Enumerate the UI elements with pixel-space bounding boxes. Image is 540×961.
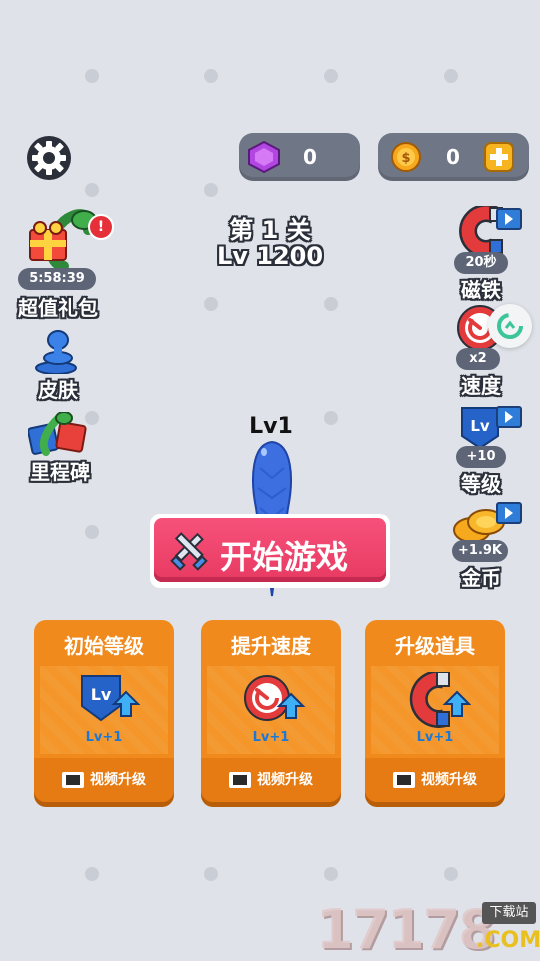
coin-icon: $	[391, 142, 421, 172]
floating-assist-icon[interactable]	[488, 304, 532, 348]
coin-label: 金币	[461, 566, 501, 590]
skins-label: 皮肤	[38, 378, 78, 402]
video-upgrade-button[interactable]: 视频升级	[365, 758, 505, 802]
crossed-swords-icon	[170, 532, 208, 571]
video-film-icon	[62, 772, 84, 788]
video-upgrade-label: 视频升级	[421, 772, 477, 788]
speed-label: 速度	[461, 374, 501, 398]
coin-count: 0	[446, 145, 460, 169]
video-upgrade-button[interactable]: 视频升级	[34, 758, 174, 802]
svg-text:Lv: Lv	[91, 685, 112, 704]
magnet-upgrade-icon	[409, 672, 471, 728]
speed-boost-button[interactable]: x2 速度	[450, 304, 532, 398]
coin-boost-button[interactable]: +1.9K 金币	[448, 500, 522, 592]
upgrade-card-start-level[interactable]: 初始等级 Lv Lv+1 视频升级	[34, 620, 174, 802]
coin-badge: +1.9K	[452, 540, 508, 562]
upgrade-level: Lv+1	[85, 730, 123, 745]
milestone-book-icon	[28, 412, 87, 456]
plus-icon	[490, 148, 508, 166]
upgrade-level: Lv+1	[416, 730, 454, 745]
gift-pack-button[interactable]: ! 5:58:39 超值礼包	[10, 206, 114, 320]
gift-pack-label: 超值礼包	[18, 296, 98, 320]
video-ad-icon	[496, 208, 522, 230]
upgrade-card-speed[interactable]: 提升速度 Lv+1 视频升级	[201, 620, 341, 802]
video-upgrade-label: 视频升级	[257, 772, 313, 788]
lv-shield-icon: Lv	[461, 407, 499, 450]
start-game-label: 开始游戏	[220, 538, 349, 576]
start-game-button[interactable]: 开始游戏	[150, 514, 390, 588]
video-film-icon	[229, 772, 251, 788]
gem-icon	[248, 141, 280, 173]
speedometer-upgrade-icon	[244, 675, 306, 721]
upgrade-title: 升级道具	[395, 634, 475, 658]
speed-badge: x2	[456, 348, 500, 370]
magnet-badge: 20秒	[454, 252, 508, 274]
lv-shield-upgrade-icon: Lv	[81, 675, 141, 722]
magnet-boost-button[interactable]: 20秒 磁铁	[450, 206, 522, 302]
gift-timer: 5:58:39	[18, 268, 96, 290]
video-ad-icon	[496, 406, 522, 428]
video-upgrade-button[interactable]: 视频升级	[201, 758, 341, 802]
upgrade-level: Lv+1	[252, 730, 290, 745]
video-ad-icon	[496, 502, 522, 524]
upgrade-title: 提升速度	[231, 634, 311, 658]
notification-alert-icon: !	[88, 214, 114, 240]
milestone-label: 里程碑	[30, 460, 90, 484]
watermark-badge: 下载站	[482, 902, 536, 924]
svg-text:Lv: Lv	[470, 417, 490, 435]
milestone-button[interactable]: 里程碑	[20, 412, 100, 484]
snake-skin-icon	[35, 330, 77, 374]
video-film-icon	[393, 772, 415, 788]
gem-count: 0	[303, 145, 317, 169]
gem-counter: 0	[239, 133, 360, 181]
upgrade-title: 初始等级	[64, 634, 144, 658]
gear-icon	[27, 136, 71, 180]
coin-counter: $ 0	[378, 133, 529, 181]
site-watermark: 17178 下载站 .COM	[316, 898, 540, 961]
magnet-label: 磁铁	[461, 278, 501, 302]
settings-button[interactable]	[26, 135, 72, 181]
upgrade-card-items[interactable]: 升级道具 Lv+1 视频升级	[365, 620, 505, 802]
level-boost-button[interactable]: Lv +10 等级	[450, 404, 522, 496]
watermark-domain: .COM	[476, 928, 540, 953]
level-label: 等级	[461, 472, 501, 496]
watermark-number: 17178	[316, 898, 496, 961]
svg-text:$: $	[401, 151, 410, 166]
level-badge: +10	[456, 446, 506, 468]
player-level-label: Lv1	[249, 414, 293, 439]
video-upgrade-label: 视频升级	[90, 772, 146, 788]
skins-button[interactable]: 皮肤	[26, 330, 90, 402]
add-coins-button[interactable]	[484, 142, 514, 172]
